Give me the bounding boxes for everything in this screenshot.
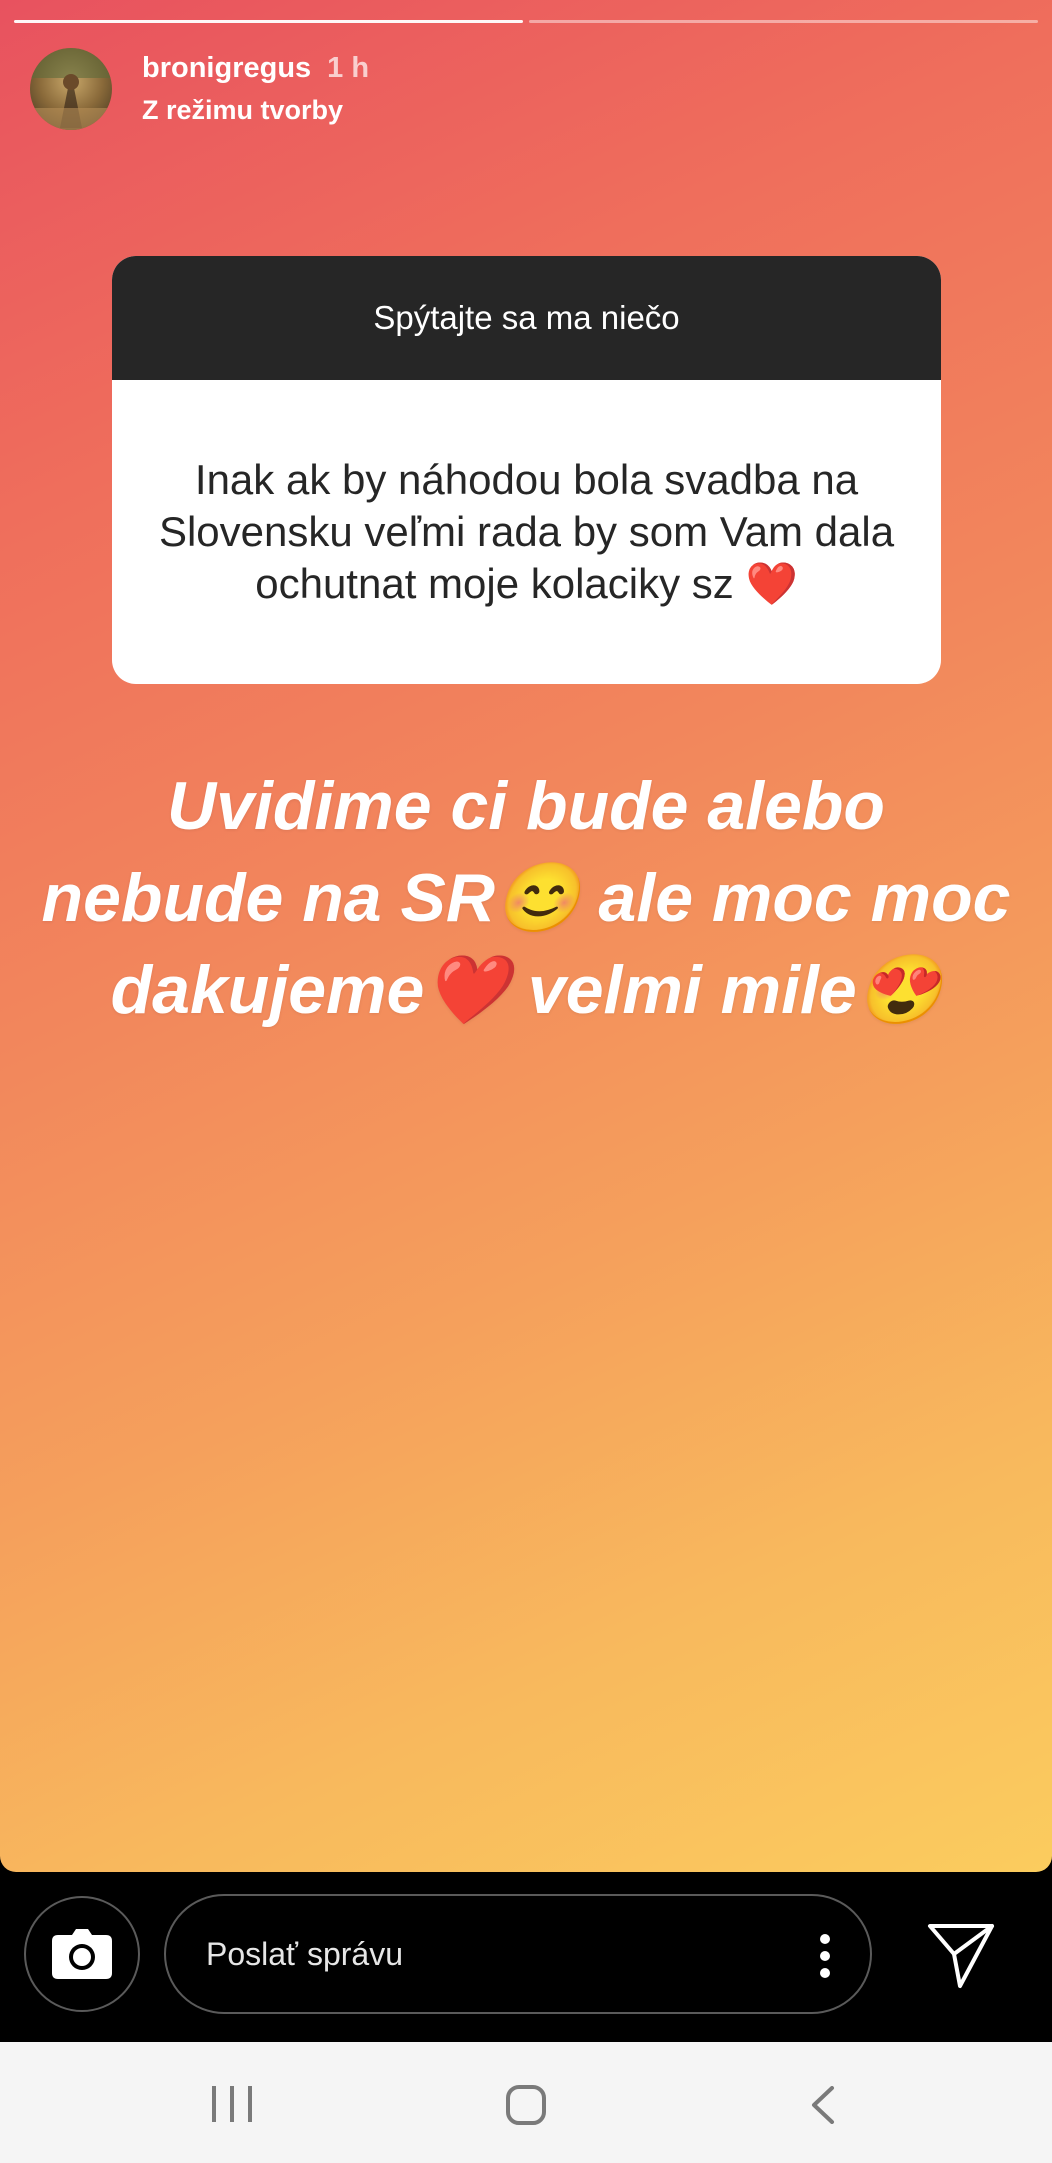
avatar[interactable] bbox=[30, 48, 112, 130]
story-progress-bar bbox=[14, 20, 1038, 24]
camera-icon bbox=[52, 1929, 112, 1979]
send-icon[interactable] bbox=[926, 1920, 996, 1990]
more-vertical-icon[interactable] bbox=[820, 1934, 830, 1978]
progress-segment bbox=[14, 20, 523, 23]
recent-apps-icon[interactable] bbox=[210, 2086, 254, 2122]
home-icon[interactable] bbox=[505, 2084, 547, 2126]
progress-segment bbox=[529, 20, 1038, 23]
system-nav-bar bbox=[0, 2042, 1052, 2163]
message-composer: Poslať správu bbox=[0, 1872, 1052, 2042]
story-viewer[interactable]: bronigregus 1 h Z režimu tvorby Spýtajte… bbox=[0, 0, 1052, 1872]
question-sticker: Spýtajte sa ma niečo Inak ak by náhodou … bbox=[112, 256, 941, 684]
message-input[interactable]: Poslať správu bbox=[164, 1894, 872, 2014]
username[interactable]: bronigregus bbox=[142, 52, 311, 85]
story-time: 1 h bbox=[327, 52, 370, 84]
story-subtitle: Z režimu tvorby bbox=[142, 95, 344, 125]
answer-text: Uvidime ci bude alebo nebude na SR😊 ale … bbox=[41, 768, 1011, 1028]
question-text: Inak ak by náhodou bola svadba na Sloven… bbox=[158, 456, 895, 607]
message-placeholder: Poslať správu bbox=[206, 1935, 403, 1972]
back-icon[interactable] bbox=[806, 2086, 838, 2124]
camera-button[interactable] bbox=[24, 1896, 140, 2012]
story-header: bronigregus 1 h Z režimu tvorby bbox=[30, 48, 369, 130]
question-prompt: Spýtajte sa ma niečo bbox=[112, 256, 941, 380]
